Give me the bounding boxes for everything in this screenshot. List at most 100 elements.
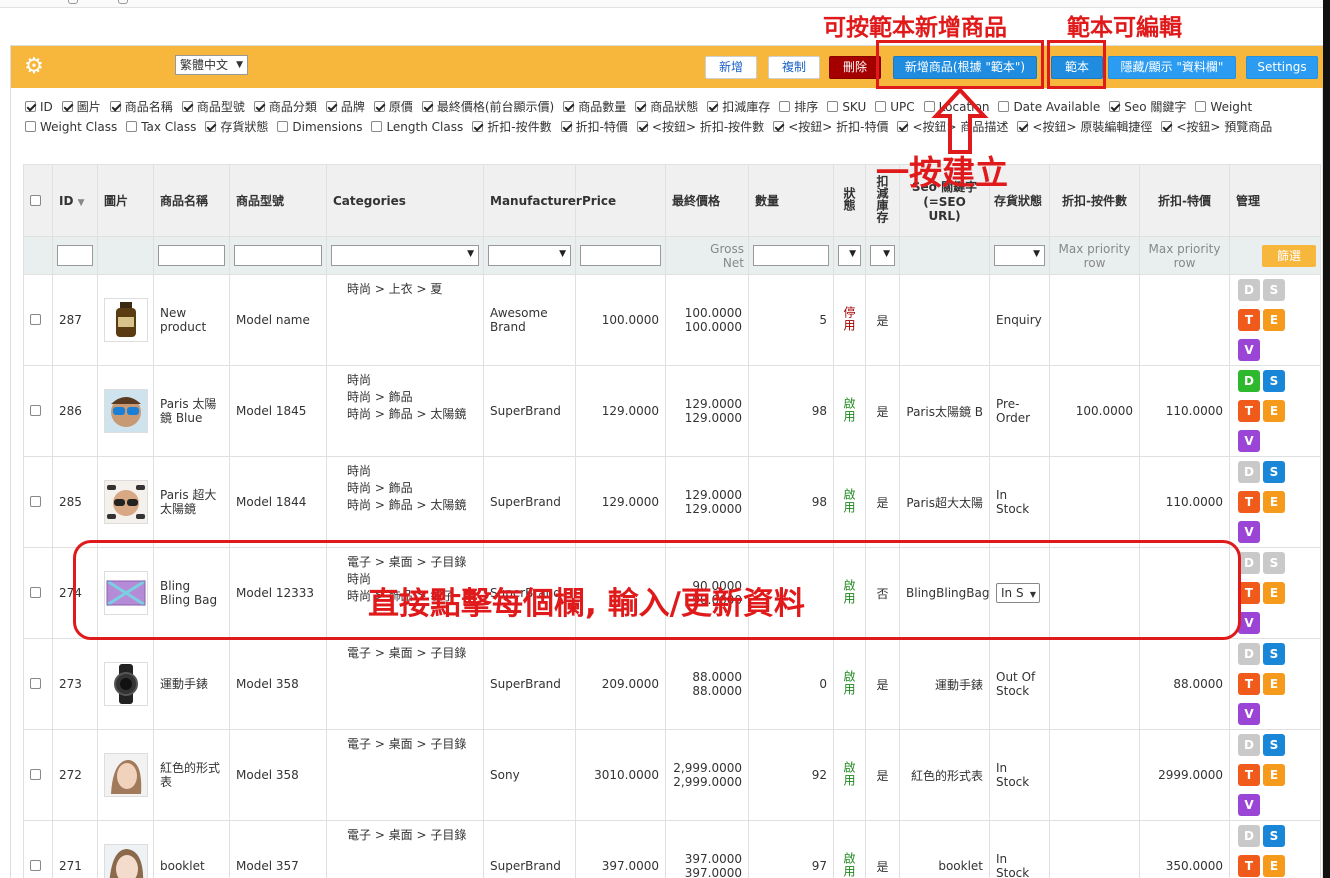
column-toggle-checkbox[interactable] (998, 101, 1010, 112)
description-button[interactable]: D (1238, 552, 1260, 574)
template-edit-button[interactable]: T (1238, 764, 1260, 786)
quantity-cell[interactable]: 0 (748, 638, 834, 730)
table-row[interactable]: 273 運動手錶 Model 358 電子 > 桌面 > 子目錄 SuperBrand 2… (23, 638, 1321, 730)
row-checkbox[interactable] (30, 496, 41, 507)
description-button[interactable]: D (1238, 734, 1260, 756)
model-cell[interactable]: Model 358 (229, 638, 327, 730)
stock-status-cell[interactable]: In Stock (996, 488, 1029, 516)
header-status[interactable]: 狀態 (833, 164, 866, 237)
stock-status-cell[interactable]: In Stock (996, 761, 1029, 789)
view-button[interactable]: V (1238, 703, 1260, 725)
name-cell[interactable]: 紅色的形式表 (153, 729, 230, 821)
seo-cell[interactable]: 紅色的形式表 (899, 729, 990, 821)
column-toggle-checkbox[interactable] (61, 101, 73, 112)
table-row[interactable]: 272 紅色的形式表 Model 358 電子 > 桌面 > 子目錄 Sony 3010.… (23, 729, 1321, 821)
row-checkbox[interactable] (30, 587, 41, 598)
seo-cell[interactable]: booklet (899, 820, 990, 878)
view-button[interactable]: V (1238, 339, 1260, 361)
column-toggle[interactable]: Weight (1195, 98, 1252, 118)
column-toggle[interactable]: Length Class (371, 118, 463, 138)
column-toggle-checkbox[interactable] (563, 101, 575, 112)
column-toggle[interactable]: UPC (875, 98, 915, 118)
special-button[interactable]: S (1263, 825, 1285, 847)
column-toggle[interactable]: SKU (827, 98, 866, 118)
copy-button[interactable]: 複制 (768, 56, 820, 79)
quantity-cell[interactable]: 92 (748, 729, 834, 821)
name-cell[interactable]: 運動手錶 (153, 638, 230, 730)
subtract-cell[interactable]: 是 (865, 456, 900, 548)
categories-cell[interactable]: 時尚 > 上衣 > 夏 (326, 274, 484, 366)
manufacturer-cell[interactable]: SuperBrand (483, 820, 576, 878)
template-edit-button[interactable]: T (1238, 491, 1260, 513)
toggle-columns-button[interactable]: 隱藏/顯示 "資料欄" (1108, 56, 1236, 79)
status-cell[interactable]: 啟用 (833, 729, 866, 821)
product-thumbnail[interactable] (104, 753, 148, 797)
special-cell[interactable]: 110.0000 (1139, 365, 1230, 457)
categories-cell[interactable]: 時尚 時尚 > 飾品 時尚 > 飾品 > 太陽鏡 (326, 456, 484, 548)
template-edit-button[interactable]: T (1238, 400, 1260, 422)
column-toggle-checkbox[interactable] (126, 120, 138, 132)
column-toggle[interactable]: 存貨狀態 (205, 118, 268, 138)
price-cell[interactable]: 129.0000 (575, 456, 666, 548)
model-cell[interactable]: Model name (229, 274, 327, 366)
special-cell[interactable]: 88.0000 (1139, 638, 1230, 730)
template-edit-button[interactable]: T (1238, 582, 1260, 604)
subtract-cell[interactable]: 是 (865, 365, 900, 457)
column-toggle-checkbox[interactable] (109, 101, 121, 112)
column-toggle-checkbox[interactable] (25, 101, 36, 112)
column-toggle-checkbox[interactable] (827, 101, 839, 112)
column-toggle-checkbox[interactable] (472, 120, 484, 132)
manufacturer-cell[interactable]: SuperBrand (483, 365, 576, 457)
row-checkbox[interactable] (30, 678, 41, 689)
description-button[interactable]: D (1238, 643, 1260, 665)
column-toggle[interactable]: 最終價格(前台顯示價) (421, 98, 554, 118)
column-toggle-checkbox[interactable] (1109, 101, 1121, 112)
language-select[interactable]: 繁體中文 ▼ (175, 55, 248, 75)
column-toggle[interactable]: <按鈕> 原裝編輯捷徑 (1017, 118, 1152, 138)
discount-qty-cell[interactable]: 100.0000 (1049, 365, 1140, 457)
column-toggle[interactable]: 商品數量 (563, 98, 626, 118)
column-toggle-checkbox[interactable] (371, 120, 383, 132)
manufacturer-cell[interactable]: Sony (483, 729, 576, 821)
seo-cell[interactable]: Paris超大太陽 (899, 456, 990, 548)
column-toggle-checkbox[interactable] (773, 120, 785, 132)
column-toggle-checkbox[interactable] (25, 120, 36, 132)
edit-button[interactable]: E (1263, 400, 1285, 422)
column-toggle-checkbox[interactable] (560, 120, 572, 132)
column-toggle-checkbox[interactable] (277, 120, 289, 132)
add-button[interactable]: 新增 (705, 56, 757, 79)
quantity-cell[interactable]: 5 (748, 274, 834, 366)
column-toggle-checkbox[interactable] (635, 101, 647, 112)
product-thumbnail[interactable] (104, 298, 148, 342)
special-button[interactable]: S (1263, 734, 1285, 756)
table-row[interactable]: 271 booklet Model 357 電子 > 桌面 > 子目錄 SuperBra… (23, 820, 1321, 878)
column-toggle[interactable]: ID (25, 98, 53, 118)
stock-status-cell[interactable]: Out Of Stock (996, 670, 1035, 698)
special-cell[interactable] (1139, 274, 1230, 366)
column-toggle[interactable]: 商品分類 (253, 98, 317, 118)
edit-button[interactable]: E (1263, 309, 1285, 331)
status-cell[interactable]: 啟用 (833, 820, 866, 878)
column-toggle-checkbox[interactable] (1195, 101, 1207, 112)
column-toggle-checkbox[interactable] (181, 101, 193, 112)
view-button[interactable]: V (1238, 612, 1260, 634)
description-button[interactable]: D (1238, 370, 1260, 392)
column-toggle[interactable]: 折扣-特價 (560, 118, 628, 138)
browser-button-icon[interactable] (68, 0, 78, 4)
special-button[interactable]: S (1263, 643, 1285, 665)
column-toggle-checkbox[interactable] (205, 120, 217, 132)
quantity-cell[interactable]: 97 (748, 820, 834, 878)
discount-qty-cell[interactable] (1049, 456, 1140, 548)
edit-button[interactable]: E (1263, 764, 1285, 786)
model-cell[interactable]: Model 1844 (229, 456, 327, 548)
column-toggle-checkbox[interactable] (779, 101, 791, 112)
quantity-cell[interactable]: 98 (748, 456, 834, 548)
name-cell[interactable]: Paris 太陽鏡 Blue (153, 365, 230, 457)
description-button[interactable]: D (1238, 279, 1260, 301)
column-toggle[interactable]: Seo 關鍵字 (1109, 98, 1186, 118)
price-cell[interactable]: 129.0000 (575, 365, 666, 457)
column-toggle[interactable]: <按鈕> 折扣-按件數 (636, 118, 764, 138)
column-toggle-checkbox[interactable] (636, 120, 648, 132)
view-button[interactable]: V (1238, 794, 1260, 816)
stock-status-cell[interactable]: Enquiry (996, 313, 1042, 327)
